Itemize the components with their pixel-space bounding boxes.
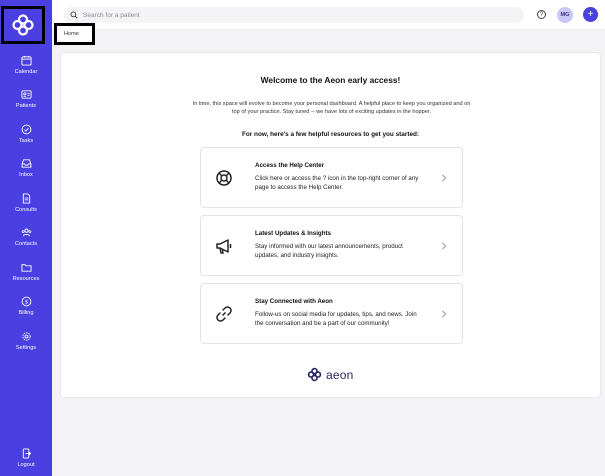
aeon-logo-icon <box>12 14 34 36</box>
aeon-brand: aeon <box>307 367 354 382</box>
svg-text:$: $ <box>24 300 28 306</box>
card-title: Latest Updates & Insights <box>255 230 331 237</box>
card-description: Follow-us on social media for updates, t… <box>255 311 417 327</box>
sidebar-item-label: Settings <box>15 345 37 351</box>
sidebar-item-contacts[interactable]: Contacts <box>0 227 52 247</box>
sidebar-item-billing[interactable]: $ Billing <box>0 296 52 316</box>
check-circle-icon <box>21 124 31 135</box>
chevron-right-icon <box>442 174 447 182</box>
search-bar[interactable] <box>64 7 524 23</box>
sidebar-item-patients[interactable]: Patients <box>0 89 52 109</box>
sidebar-item-label: Billing <box>18 310 34 316</box>
chevron-right-icon <box>442 310 447 318</box>
contacts-icon <box>21 228 31 237</box>
sidebar: Calendar Patients Tasks Inbox Consults C… <box>0 0 52 476</box>
sidebar-item-settings[interactable]: Settings <box>0 331 52 351</box>
lifebuoy-icon <box>216 170 232 186</box>
help-button[interactable]: ? <box>537 10 546 19</box>
gear-icon <box>21 332 31 341</box>
inbox-icon <box>21 159 31 168</box>
folder-icon <box>20 264 32 272</box>
sidebar-item-tasks[interactable]: Tasks <box>0 124 52 144</box>
stay-connected-card[interactable]: Stay Connected with Aeon Follow-us on so… <box>200 283 463 344</box>
page-title: Welcome to the Aeon early access! <box>260 75 401 85</box>
breadcrumb[interactable]: Home <box>54 23 95 45</box>
sidebar-item-resources[interactable]: Resources <box>0 262 52 282</box>
breadcrumb-home[interactable]: Home <box>64 31 79 37</box>
sidebar-item-label: Patients <box>15 103 37 109</box>
help-center-card[interactable]: Access the Help Center Click here or acc… <box>200 147 463 208</box>
document-icon <box>22 193 30 204</box>
card-description: Stay informed with our latest announceme… <box>255 243 403 259</box>
sidebar-item-label: Inbox <box>19 172 33 178</box>
search-icon <box>70 11 78 19</box>
logout-button[interactable]: Logout <box>0 448 52 468</box>
sidebar-item-label: Contacts <box>14 241 38 247</box>
card-title: Stay Connected with Aeon <box>255 298 333 305</box>
app-logo[interactable] <box>1 6 45 44</box>
link-icon <box>216 306 232 322</box>
brand-wordmark: aeon <box>326 367 354 382</box>
avatar[interactable]: MG <box>557 7 573 23</box>
sidebar-item-inbox[interactable]: Inbox <box>0 158 52 178</box>
sidebar-item-label: Resources <box>12 276 40 282</box>
sidebar-item-label: Tasks <box>18 138 34 144</box>
logout-icon <box>22 448 31 459</box>
intro-text: In time, this space will evolve to becom… <box>192 101 471 115</box>
calendar-icon <box>20 55 32 66</box>
top-bar: ? MG + <box>52 0 605 30</box>
sidebar-item-calendar[interactable]: Calendar <box>0 55 52 75</box>
add-button[interactable]: + <box>583 7 598 22</box>
sidebar-item-label: Calendar <box>14 69 38 75</box>
card-title: Access the Help Center <box>255 162 325 169</box>
card-description: Click here or access the ? icon in the t… <box>255 175 419 191</box>
aeon-logo-icon <box>307 367 322 382</box>
dollar-icon: $ <box>21 296 31 307</box>
id-card-icon <box>20 90 32 99</box>
sidebar-item-consults[interactable]: Consults <box>0 193 52 213</box>
help-icon: ? <box>539 11 544 18</box>
sidebar-item-label: Consults <box>15 207 37 213</box>
megaphone-icon <box>216 239 232 254</box>
updates-insights-card[interactable]: Latest Updates & Insights Stay informed … <box>200 215 463 276</box>
search-input[interactable] <box>83 11 503 19</box>
dashboard-card: Welcome to the Aeon early access! In tim… <box>60 52 601 398</box>
logout-label: Logout <box>17 462 35 468</box>
chevron-right-icon <box>442 242 447 250</box>
resources-heading: For now, here's a few helpful resources … <box>241 131 420 138</box>
